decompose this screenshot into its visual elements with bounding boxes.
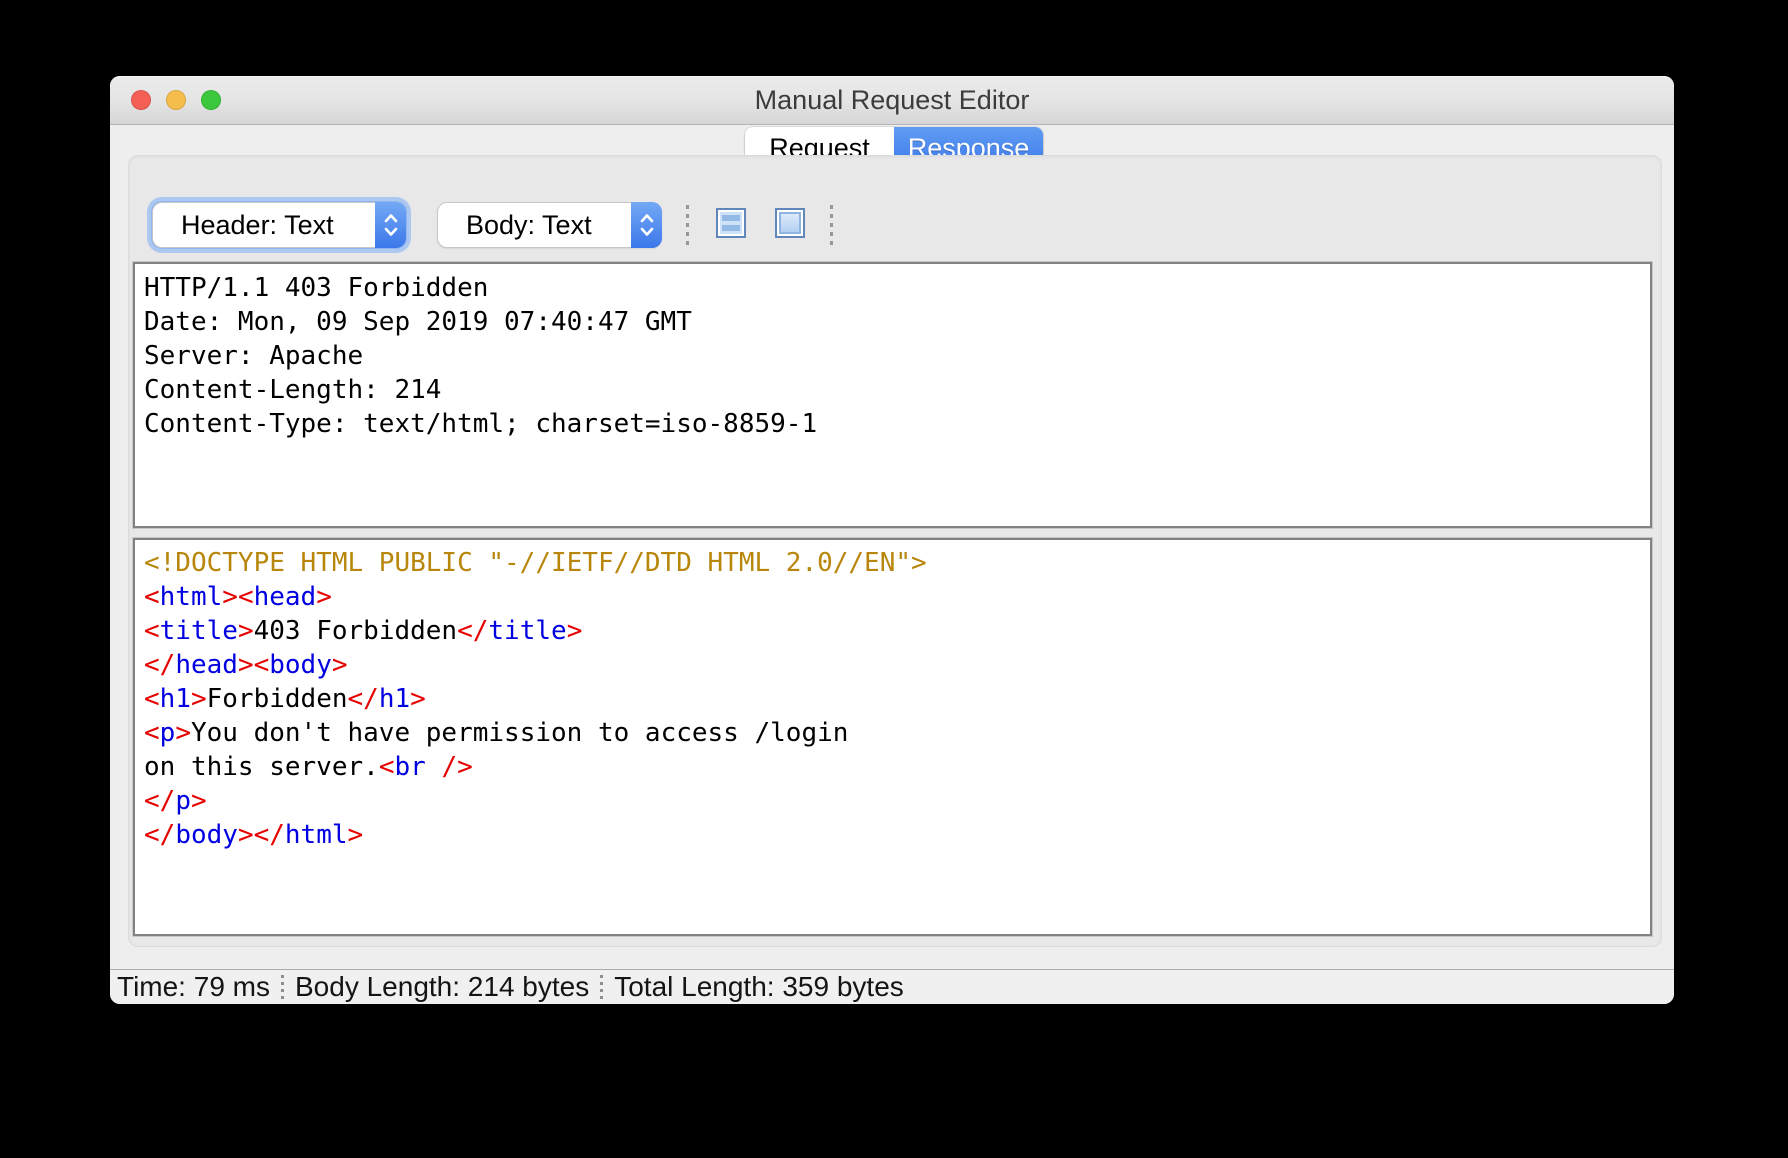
manual-request-editor-window: Manual Request Editor Request Response H…: [110, 76, 1674, 1004]
body-format-select[interactable]: Body: Text: [437, 202, 662, 248]
status-time: Time: 79 ms: [117, 971, 270, 1003]
header-line: HTTP/1.1 403 Forbidden: [144, 271, 1642, 305]
header-format-value: Header: Text: [181, 203, 334, 247]
response-body-text[interactable]: <!DOCTYPE HTML PUBLIC "-//IETF//DTD HTML…: [133, 538, 1652, 936]
single-pane-icon: [779, 212, 801, 234]
body-line: <title>403 Forbidden</title>: [144, 614, 1642, 648]
body-line: </body></html>: [144, 818, 1642, 852]
popup-arrows-icon: [375, 202, 406, 248]
split-pane-button[interactable]: [716, 208, 746, 238]
header-line: Server: Apache: [144, 339, 1642, 373]
body-line: <p>You don't have permission to access /…: [144, 716, 1642, 750]
body-line: <!DOCTYPE HTML PUBLIC "-//IETF//DTD HTML…: [144, 546, 1642, 580]
body-line: <html><head>: [144, 580, 1642, 614]
toolbar-separator: [830, 205, 833, 245]
title-bar[interactable]: Manual Request Editor: [110, 76, 1674, 125]
single-pane-button[interactable]: [775, 208, 805, 238]
header-line: Content-Type: text/html; charset=iso-885…: [144, 407, 1642, 441]
body-line: on this server.<br />: [144, 750, 1642, 784]
status-separator: [281, 975, 284, 999]
body-line: <h1>Forbidden</h1>: [144, 682, 1642, 716]
split-pane-icon: [720, 212, 742, 234]
body-line: </p>: [144, 784, 1642, 818]
status-total-length: Total Length: 359 bytes: [614, 971, 904, 1003]
toolbar-separator: [686, 205, 689, 245]
status-bar: Time: 79 ms Body Length: 214 bytes Total…: [110, 969, 1674, 1004]
body-format-value: Body: Text: [466, 203, 592, 247]
popup-arrows-icon: [631, 202, 662, 248]
header-format-select[interactable]: Header: Text: [152, 202, 406, 248]
body-line: </head><body>: [144, 648, 1642, 682]
status-separator: [600, 975, 603, 999]
window-title: Manual Request Editor: [110, 76, 1674, 124]
response-header-text[interactable]: HTTP/1.1 403 ForbiddenDate: Mon, 09 Sep …: [133, 262, 1652, 528]
header-line: Date: Mon, 09 Sep 2019 07:40:47 GMT: [144, 305, 1642, 339]
header-line: Content-Length: 214: [144, 373, 1642, 407]
status-body-length: Body Length: 214 bytes: [295, 971, 589, 1003]
